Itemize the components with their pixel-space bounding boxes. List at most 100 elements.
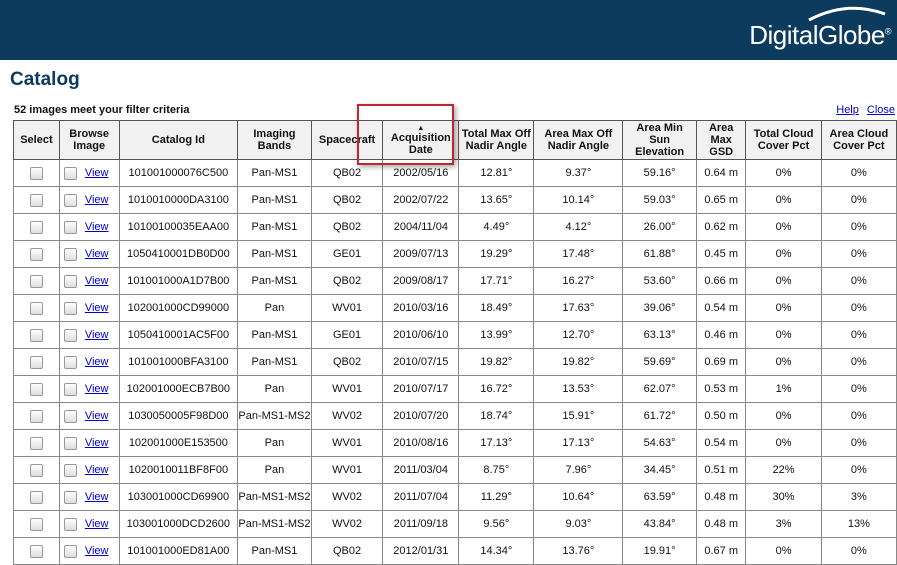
select-checkbox[interactable] <box>30 166 43 180</box>
digitalglobe-logo[interactable]: DigitalGlobe® <box>749 20 891 51</box>
catalog-id-cell: 101001000BFA3100 <box>118 348 239 376</box>
view-link[interactable]: View <box>85 545 109 557</box>
area-min-sun-elevation-cell: 63.59° <box>622 483 697 511</box>
browse-checkbox[interactable] <box>63 436 77 450</box>
spacecraft-cell: GE01 <box>310 321 384 349</box>
view-link[interactable]: View <box>85 437 109 449</box>
col-catalog-id[interactable]: Catalog Id <box>118 120 239 160</box>
browse-checkbox[interactable] <box>63 301 77 315</box>
select-checkbox[interactable] <box>30 193 43 207</box>
table-row: View 101001000076C500 Pan-MS1 QB02 2002/05/1… <box>13 159 897 187</box>
total-cloud-cover-cell: 3% <box>745 510 822 538</box>
browse-checkbox[interactable] <box>63 193 77 207</box>
close-link[interactable]: Close <box>867 104 895 116</box>
select-checkbox[interactable] <box>30 328 43 342</box>
select-cell <box>13 321 60 349</box>
select-checkbox[interactable] <box>30 517 43 531</box>
total-max-off-nadir-cell: 19.29° <box>458 240 535 268</box>
total-cloud-cover-cell: 0% <box>745 213 822 241</box>
col-total-max-off-nadir[interactable]: Total Max Off Nadir Angle <box>458 120 535 160</box>
view-link[interactable]: View <box>85 221 109 233</box>
area-max-gsd-cell: 0.46 m <box>695 321 747 349</box>
browse-checkbox[interactable] <box>63 490 77 504</box>
select-checkbox[interactable] <box>30 436 43 450</box>
view-link[interactable]: View <box>85 194 109 206</box>
select-checkbox[interactable] <box>30 463 43 477</box>
area-cloud-cover-cell: 0% <box>820 321 897 349</box>
browse-checkbox[interactable] <box>63 274 77 288</box>
imaging-bands-cell: Pan-MS1 <box>237 321 312 349</box>
select-checkbox[interactable] <box>30 247 43 261</box>
imaging-bands-cell: Pan-MS1 <box>237 159 312 187</box>
browse-checkbox[interactable] <box>63 355 77 369</box>
browse-checkbox[interactable] <box>63 166 77 180</box>
view-link[interactable]: View <box>85 167 109 179</box>
browse-checkbox[interactable] <box>63 544 77 558</box>
col-area-min-sun-elevation[interactable]: Area Min Sun Elevation <box>622 120 697 160</box>
browse-checkbox[interactable] <box>63 328 77 342</box>
select-cell <box>13 402 60 430</box>
select-checkbox[interactable] <box>30 274 43 288</box>
col-imaging-bands[interactable]: Imaging Bands <box>237 120 312 160</box>
total-max-off-nadir-cell: 18.74° <box>458 402 535 430</box>
spacecraft-cell: QB02 <box>310 159 384 187</box>
select-checkbox[interactable] <box>30 544 43 558</box>
view-link[interactable]: View <box>85 491 109 503</box>
col-area-max-off-nadir[interactable]: Area Max Off Nadir Angle <box>533 120 624 160</box>
browse-cell: View <box>58 213 120 241</box>
select-cell <box>13 510 60 538</box>
view-link[interactable]: View <box>85 518 109 530</box>
browse-checkbox[interactable] <box>63 382 77 396</box>
select-checkbox[interactable] <box>30 382 43 396</box>
select-checkbox[interactable] <box>30 301 43 315</box>
browse-cell: View <box>58 537 120 565</box>
catalog-id-cell: 1020010011BF8F00 <box>118 456 239 484</box>
view-link[interactable]: View <box>85 275 109 287</box>
browse-checkbox[interactable] <box>63 247 77 261</box>
area-max-gsd-cell: 0.48 m <box>695 483 747 511</box>
table-body: View 101001000076C500 Pan-MS1 QB02 2002/05/1… <box>13 159 897 565</box>
spacecraft-cell: QB02 <box>310 537 384 565</box>
select-cell <box>13 159 60 187</box>
acquisition-date-cell: 2009/07/13 <box>382 240 460 268</box>
col-area-cloud-cover[interactable]: Area Cloud Cover Pct <box>820 120 897 160</box>
area-max-off-nadir-cell: 13.53° <box>533 375 624 403</box>
view-link[interactable]: View <box>85 410 109 422</box>
col-spacecraft[interactable]: Spacecraft <box>310 120 384 160</box>
view-link[interactable]: View <box>85 356 109 368</box>
view-link[interactable]: View <box>85 248 109 260</box>
catalog-id-cell: 102001000CD99000 <box>118 294 239 322</box>
select-checkbox[interactable] <box>30 220 43 234</box>
total-cloud-cover-cell: 0% <box>745 159 822 187</box>
view-link[interactable]: View <box>85 383 109 395</box>
col-total-cloud-cover[interactable]: Total Cloud Cover Pct <box>745 120 822 160</box>
page-title: Catalog <box>10 69 80 90</box>
area-max-gsd-cell: 0.67 m <box>695 537 747 565</box>
spacecraft-cell: QB02 <box>310 267 384 295</box>
select-checkbox[interactable] <box>30 409 43 423</box>
spacecraft-cell: GE01 <box>310 240 384 268</box>
select-checkbox[interactable] <box>30 355 43 369</box>
area-min-sun-elevation-cell: 61.88° <box>622 240 697 268</box>
total-max-off-nadir-cell: 11.29° <box>458 483 535 511</box>
imaging-bands-cell: Pan <box>237 294 312 322</box>
col-acquisition-date[interactable]: ▲ Acquisition Date <box>382 120 460 160</box>
area-min-sun-elevation-cell: 62.07° <box>622 375 697 403</box>
browse-checkbox[interactable] <box>63 517 77 531</box>
col-browse-image[interactable]: Browse Image <box>58 120 120 160</box>
total-cloud-cover-cell: 0% <box>745 186 822 214</box>
area-min-sun-elevation-cell: 59.03° <box>622 186 697 214</box>
view-link[interactable]: View <box>85 302 109 314</box>
table-row: View 1020010011BF8F00 Pan WV01 2011/03/04 8.7… <box>13 456 897 484</box>
browse-checkbox[interactable] <box>63 220 77 234</box>
help-link[interactable]: Help <box>836 104 859 116</box>
browse-checkbox[interactable] <box>63 409 77 423</box>
view-link[interactable]: View <box>85 464 109 476</box>
view-link[interactable]: View <box>85 329 109 341</box>
col-area-max-gsd[interactable]: Area Max GSD <box>695 120 747 160</box>
imaging-bands-cell: Pan-MS1-MS2 <box>237 483 312 511</box>
browse-checkbox[interactable] <box>63 463 77 477</box>
select-checkbox[interactable] <box>30 490 43 504</box>
area-max-gsd-cell: 0.50 m <box>695 402 747 430</box>
acquisition-date-cell: 2002/07/22 <box>382 186 460 214</box>
